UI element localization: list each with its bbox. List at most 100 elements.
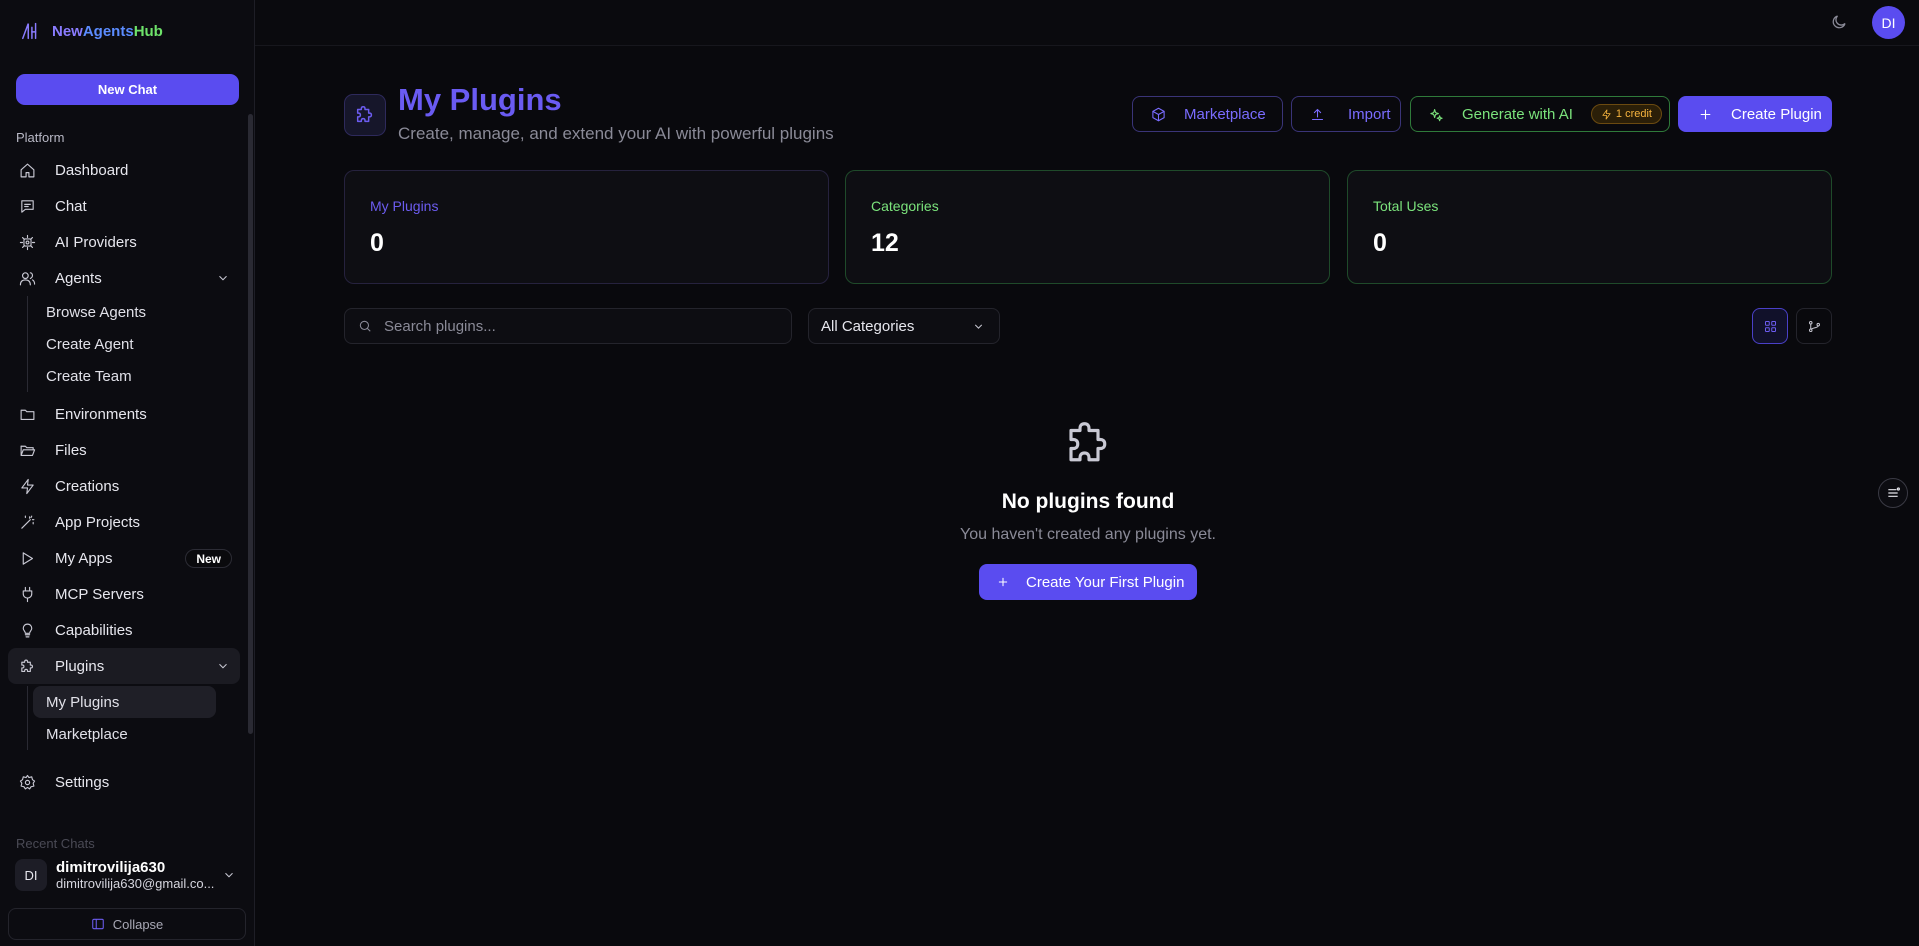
avatar[interactable]: DI: [1872, 6, 1905, 39]
bulb-icon: [18, 621, 36, 639]
sidebar-item-settings[interactable]: Settings: [8, 764, 240, 800]
user-menu[interactable]: DI dimitrovilija630 dimitrovilija630@gma…: [8, 852, 248, 898]
stat-card-my-plugins: My Plugins 0: [344, 170, 829, 284]
sidebar-subitem-create-team[interactable]: Create Team: [33, 360, 216, 392]
home-icon: [18, 161, 36, 179]
user-email: dimitrovilija630@gmail.co...: [56, 876, 215, 891]
floating-menu-button[interactable]: [1878, 478, 1908, 508]
brand-part-new: New: [52, 22, 83, 40]
sidebar-item-mcp-servers[interactable]: MCP Servers: [8, 576, 240, 612]
sidebar-item-label: App Projects: [55, 513, 141, 531]
brand-part-hub: Hub: [133, 22, 163, 40]
sidebar-item-my-apps[interactable]: My Apps New: [8, 540, 240, 576]
plus-icon: [1700, 109, 1711, 119]
stat-label: Categories: [871, 198, 939, 214]
plus-icon: [998, 577, 1008, 587]
sidebar-item-dashboard[interactable]: Dashboard: [8, 152, 240, 188]
stat-value: 12: [871, 229, 899, 257]
user-info: dimitrovilija630 dimitrovilija630@gmail.…: [56, 859, 216, 891]
search-input[interactable]: [384, 317, 764, 335]
import-button[interactable]: Import: [1291, 96, 1401, 132]
brand-logo[interactable]: NewAgentsHub: [20, 20, 163, 42]
new-badge: New: [185, 549, 232, 568]
recent-chats-label: Recent Chats: [16, 836, 95, 851]
tree-view-button[interactable]: [1796, 308, 1832, 344]
credit-badge: 1 credit: [1590, 104, 1662, 124]
chevron-down-icon[interactable]: [216, 271, 230, 285]
sidebar-item-agents[interactable]: Agents: [8, 260, 240, 296]
cpu-icon: [18, 233, 36, 251]
sidebar-scrollbar[interactable]: [248, 114, 253, 734]
search-icon: [359, 320, 371, 332]
sparkles-icon: [1430, 108, 1443, 121]
sidebar-item-label: Plugins: [55, 657, 105, 675]
sidebar-subitem-browse-agents[interactable]: Browse Agents: [33, 296, 216, 328]
stat-value: 0: [1373, 229, 1387, 257]
sidebar-item-chat[interactable]: Chat: [8, 188, 240, 224]
brand-mark-icon: [22, 22, 37, 40]
plug-icon: [18, 585, 36, 603]
brand-part-agents: Agents: [82, 22, 134, 40]
sidebar-item-plugins[interactable]: Plugins: [8, 648, 240, 684]
grid-view-button[interactable]: [1752, 308, 1788, 344]
chat-icon: [18, 197, 36, 215]
create-plugin-label: Create Plugin: [1731, 105, 1822, 123]
folder-open-icon: [18, 441, 36, 459]
stat-label: My Plugins: [370, 198, 439, 214]
sidebar-item-creations[interactable]: Creations: [8, 468, 240, 504]
create-first-plugin-label: Create Your First Plugin: [1026, 573, 1185, 591]
category-select[interactable]: All Categories: [808, 308, 1000, 344]
section-label-platform: Platform: [16, 130, 65, 145]
sidebar-item-ai-providers[interactable]: AI Providers: [8, 224, 240, 260]
stat-label: Total Uses: [1373, 198, 1439, 214]
sidebar-item-label: Capabilities: [55, 621, 133, 639]
sidebar-item-label: AI Providers: [55, 233, 137, 251]
sidebar-item-label: MCP Servers: [55, 585, 144, 603]
play-icon: [18, 549, 36, 567]
wand-icon: [18, 513, 36, 531]
gear-icon: [18, 773, 36, 791]
generate-label: Generate with AI: [1462, 105, 1573, 123]
stat-card-categories: Categories 12: [845, 170, 1330, 284]
puzzle-icon: [18, 657, 36, 675]
puzzle-icon: [344, 94, 386, 136]
folder-icon: [18, 405, 36, 423]
sidebar-item-label: Files: [55, 441, 87, 459]
collapse-button[interactable]: Collapse: [8, 908, 246, 940]
chevron-down-icon[interactable]: [222, 868, 236, 882]
credit-label: 1 credit: [1615, 108, 1652, 120]
create-plugin-button[interactable]: Create Plugin: [1678, 96, 1832, 132]
chevron-down-icon[interactable]: [216, 659, 230, 673]
sidebar-item-label: Agents: [55, 269, 102, 287]
sidebar-item-label: Creations: [55, 477, 120, 495]
stat-card-total-uses: Total Uses 0: [1347, 170, 1832, 284]
sidebar-item-environments[interactable]: Environments: [8, 396, 240, 432]
sidebar-nav: Dashboard Chat AI Providers Agents Brows…: [8, 152, 240, 800]
import-label: Import: [1348, 105, 1391, 123]
empty-state-title: No plugins found: [1001, 490, 1175, 513]
new-chat-button[interactable]: New Chat: [16, 74, 239, 105]
sidebar-item-label: Settings: [55, 773, 110, 791]
avatar: DI: [15, 859, 47, 891]
marketplace-button[interactable]: Marketplace: [1132, 96, 1283, 132]
moon-icon[interactable]: [1830, 13, 1848, 31]
sidebar-item-label: Environments: [55, 405, 147, 423]
sidebar-subitem-create-agent[interactable]: Create Agent: [33, 328, 216, 360]
empty-state-subtitle: You haven't created any plugins yet.: [960, 526, 1216, 543]
grid-icon: [1764, 320, 1776, 332]
sidebar-item-capabilities[interactable]: Capabilities: [8, 612, 240, 648]
bolt-icon: [18, 477, 36, 495]
sidebar-subitem-marketplace[interactable]: Marketplace: [33, 718, 216, 750]
sidebar-item-files[interactable]: Files: [8, 432, 240, 468]
marketplace-label: Marketplace: [1184, 105, 1266, 123]
generate-with-ai-button[interactable]: Generate with AI 1 credit: [1410, 96, 1670, 132]
brand-name: NewAgentsHub: [52, 23, 163, 40]
sidebar-item-app-projects[interactable]: App Projects: [8, 504, 240, 540]
puzzle-icon: [1062, 417, 1116, 471]
create-first-plugin-button[interactable]: Create Your First Plugin: [979, 564, 1197, 600]
page-subtitle: Create, manage, and extend your AI with …: [398, 124, 834, 143]
page-title: My Plugins: [398, 82, 562, 117]
search-box: [344, 308, 792, 344]
chevron-down-icon: [972, 320, 985, 333]
sidebar-subitem-my-plugins[interactable]: My Plugins: [33, 686, 216, 718]
